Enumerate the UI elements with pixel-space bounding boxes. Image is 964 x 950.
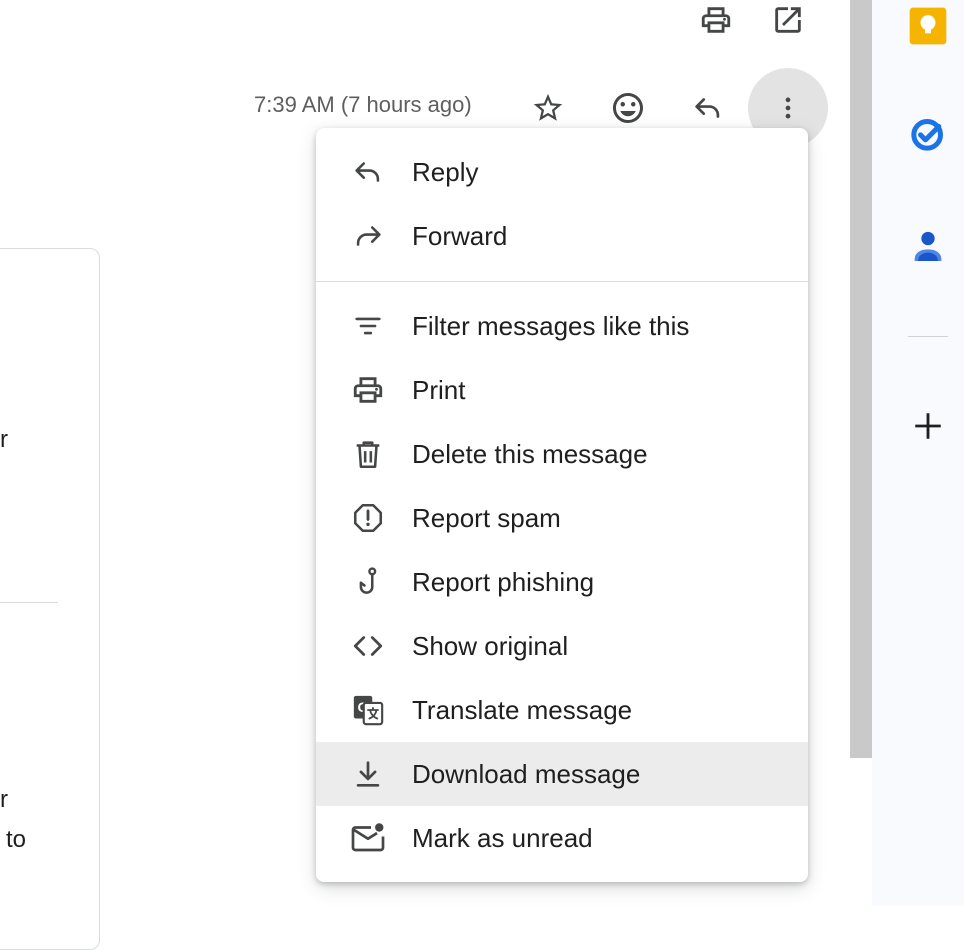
more-options-menu: Reply Forward Filter messages like this … [316,128,808,882]
menu-item-label: Download message [412,758,641,789]
truncated-text: to [6,826,27,853]
keep-icon [909,7,947,45]
menu-item-download[interactable]: Download message [316,742,808,806]
print-all-button[interactable] [692,0,740,44]
mark-unread-icon [350,820,386,856]
menu-item-print[interactable]: Print [316,358,808,422]
print-icon [350,372,386,408]
menu-item-mark-unread[interactable]: Mark as unread [316,806,808,870]
keep-button[interactable] [904,2,952,50]
tasks-button[interactable] [904,110,952,158]
reply-icon [695,98,720,118]
add-reaction-button[interactable] [604,84,652,132]
menu-item-label: Show original [412,630,569,661]
menu-item-label: Reply [412,156,479,187]
filter-icon [350,308,386,344]
divider [908,336,948,337]
more-vert-icon [785,97,791,119]
menu-item-label: Translate message [412,694,633,725]
forward-icon [350,218,386,254]
menu-item-report-phishing[interactable]: Report phishing [316,550,808,614]
code-icon [350,628,386,664]
message-timestamp: 7:39 AM (7 hours ago) [254,92,472,117]
contacts-button[interactable] [904,222,952,270]
menu-item-report-spam[interactable]: Report spam [316,486,808,550]
star-button[interactable] [524,84,572,132]
menu-item-label: Delete this message [412,438,648,469]
truncated-text: r [0,426,8,453]
menu-item-label: Filter messages like this [412,310,690,341]
menu-item-forward[interactable]: Forward [316,204,808,268]
scrollbar[interactable] [850,0,872,758]
menu-item-show-original[interactable]: Show original [316,614,808,678]
trash-icon [350,436,386,472]
divider [0,602,58,603]
contacts-icon [914,231,942,261]
menu-item-label: Report phishing [412,566,595,597]
menu-item-translate[interactable]: G Translate message [316,678,808,742]
reply-button[interactable] [684,84,732,132]
print-icon [701,7,731,33]
menu-item-reply[interactable]: Reply [316,140,808,204]
menu-divider [316,281,808,282]
menu-item-label: Forward [412,220,508,251]
add-icon [915,413,941,439]
fish-hook-icon [350,564,386,600]
truncated-text: r [0,786,8,813]
menu-item-filter-messages[interactable]: Filter messages like this [316,294,808,358]
menu-item-delete[interactable]: Delete this message [316,422,808,486]
menu-item-label: Report spam [412,502,561,533]
open-new-window-button[interactable] [764,0,812,44]
reply-icon [350,154,386,190]
download-icon [350,756,386,792]
tasks-icon [911,119,943,151]
report-spam-icon [350,500,386,536]
open-in-new-icon [775,7,801,33]
get-addons-button[interactable] [904,402,952,450]
menu-item-label: Mark as unread [412,822,593,853]
star-icon [533,93,563,121]
menu-item-label: Print [412,374,466,405]
translate-icon: G [350,692,386,728]
emoji-icon [613,93,643,123]
